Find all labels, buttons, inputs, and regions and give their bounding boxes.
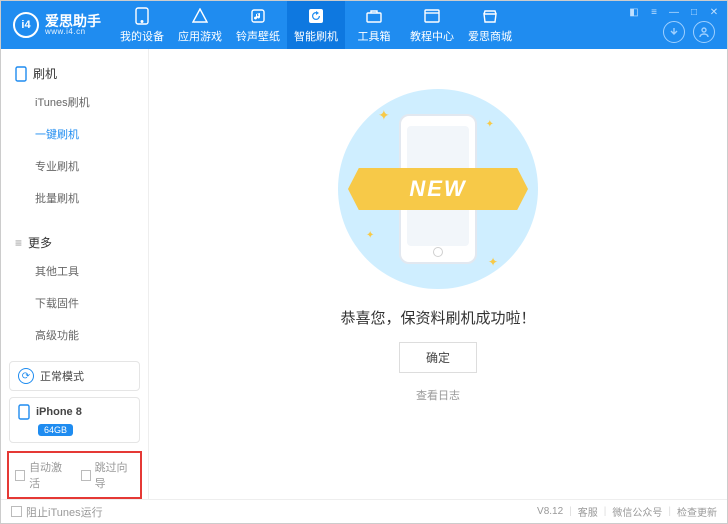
- new-ribbon: NEW: [348, 168, 528, 210]
- menu-icon[interactable]: ≡: [647, 5, 661, 19]
- brand-name: 爱思助手: [45, 14, 101, 28]
- status-bar: 阻止iTunes运行 V8.12 | 客服 | 微信公众号 | 检查更新: [1, 499, 727, 523]
- sidebar-item-oneclick-flash[interactable]: 一键刷机: [1, 118, 148, 150]
- check-update-link[interactable]: 检查更新: [677, 504, 717, 519]
- tab-my-device[interactable]: 我的设备: [113, 1, 171, 49]
- logo-icon: i4: [13, 12, 39, 38]
- more-icon: ≡: [15, 236, 22, 250]
- success-message: 恭喜您，保资料刷机成功啦！: [340, 307, 535, 328]
- logo: i4 爱思助手 www.i4.cn: [1, 12, 113, 38]
- checkbox-skip-guide[interactable]: 跳过向导: [81, 459, 135, 491]
- phone-icon: [15, 66, 27, 82]
- tab-store[interactable]: 爱思商城: [461, 1, 519, 49]
- storage-badge: 64GB: [38, 424, 73, 436]
- tab-tutorials[interactable]: 教程中心: [403, 1, 461, 49]
- book-icon: [423, 7, 441, 25]
- mode-label: 正常模式: [40, 368, 84, 384]
- sidebar-item-download-firmware[interactable]: 下载固件: [1, 287, 148, 319]
- star-icon: ✦: [488, 255, 498, 269]
- sidebar-group-more: ≡ 更多: [1, 230, 148, 255]
- checkbox-icon: [11, 506, 22, 517]
- wechat-link[interactable]: 微信公众号: [612, 504, 662, 519]
- music-icon: [249, 7, 267, 25]
- mode-icon: ⟳: [18, 368, 34, 384]
- store-icon: [481, 7, 499, 25]
- maximize-icon[interactable]: □: [687, 5, 701, 19]
- brand-url: www.i4.cn: [45, 28, 101, 36]
- tab-ringtones[interactable]: 铃声壁纸: [229, 1, 287, 49]
- success-illustration: ✦ ✦ ✦ ✦ NEW: [338, 89, 538, 289]
- view-log-link[interactable]: 查看日志: [416, 387, 460, 403]
- tab-label: 教程中心: [410, 28, 454, 44]
- toolbox-icon: [365, 7, 383, 25]
- top-tabs: 我的设备 应用游戏 铃声壁纸 智能刷机 工具箱 教程中心 爱思商城: [113, 1, 519, 49]
- sidebar-item-itunes-flash[interactable]: iTunes刷机: [1, 86, 148, 118]
- device-info[interactable]: iPhone 8 64GB: [9, 397, 140, 443]
- star-icon: ✦: [366, 230, 374, 241]
- phone-icon: [133, 7, 151, 25]
- download-icon[interactable]: [663, 21, 685, 43]
- checkbox-block-itunes[interactable]: 阻止iTunes运行: [11, 504, 103, 520]
- refresh-icon: [307, 7, 325, 25]
- window-controls: ◧ ≡ — □ ✕: [627, 5, 721, 19]
- device-name: iPhone 8: [36, 406, 82, 418]
- ok-button[interactable]: 确定: [399, 342, 477, 373]
- checkbox-icon: [81, 470, 91, 481]
- sidebar-item-advanced[interactable]: 高级功能: [1, 319, 148, 351]
- tab-toolbox[interactable]: 工具箱: [345, 1, 403, 49]
- tab-label: 智能刷机: [294, 28, 338, 44]
- tab-apps[interactable]: 应用游戏: [171, 1, 229, 49]
- main-content: ✦ ✦ ✦ ✦ NEW 恭喜您，保资料刷机成功啦！ 确定 查看日志: [149, 49, 727, 499]
- tab-label: 爱思商城: [468, 28, 512, 44]
- options-highlight: 自动激活 跳过向导: [7, 451, 142, 499]
- sidebar-item-pro-flash[interactable]: 专业刷机: [1, 150, 148, 182]
- tab-label: 工具箱: [358, 28, 391, 44]
- tab-label: 我的设备: [120, 28, 164, 44]
- version-label: V8.12: [537, 506, 563, 517]
- minimize-icon[interactable]: —: [667, 5, 681, 19]
- sidebar-group-flash: 刷机: [1, 61, 148, 86]
- tab-label: 铃声壁纸: [236, 28, 280, 44]
- checkbox-icon: [15, 470, 25, 481]
- star-icon: ✦: [378, 107, 390, 124]
- phone-icon: [18, 404, 30, 420]
- star-icon: ✦: [486, 119, 494, 130]
- close-icon[interactable]: ✕: [707, 5, 721, 19]
- sidebar: 刷机 iTunes刷机 一键刷机 专业刷机 批量刷机 ≡ 更多 其他工具 下载固…: [1, 49, 149, 499]
- skin-icon[interactable]: ◧: [627, 5, 641, 19]
- user-icon[interactable]: [693, 21, 715, 43]
- sidebar-item-other-tools[interactable]: 其他工具: [1, 255, 148, 287]
- checkbox-auto-activate[interactable]: 自动激活: [15, 459, 69, 491]
- apps-icon: [191, 7, 209, 25]
- tab-flash[interactable]: 智能刷机: [287, 1, 345, 49]
- tab-label: 应用游戏: [178, 28, 222, 44]
- device-mode[interactable]: ⟳ 正常模式: [9, 361, 140, 391]
- app-header: i4 爱思助手 www.i4.cn 我的设备 应用游戏 铃声壁纸 智能刷机 工具…: [1, 1, 727, 49]
- support-link[interactable]: 客服: [578, 504, 598, 519]
- sidebar-item-batch-flash[interactable]: 批量刷机: [1, 182, 148, 214]
